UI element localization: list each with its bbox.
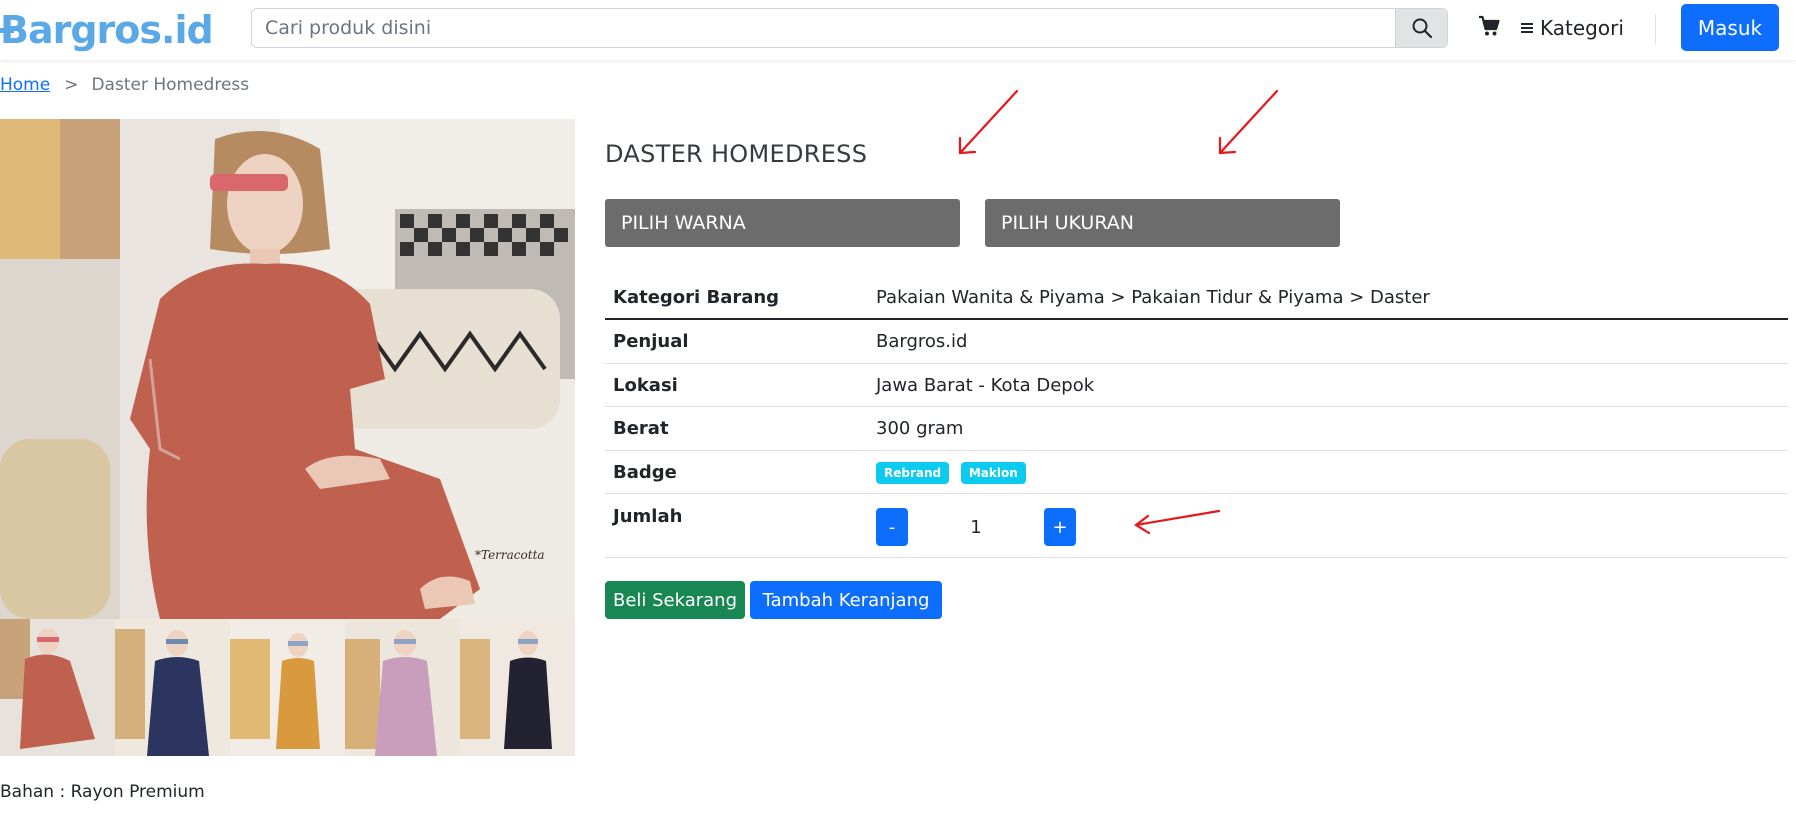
annotation-arrow-color	[958, 89, 1019, 155]
main-image-caption: *Terracotta	[475, 548, 545, 562]
cart-button[interactable]	[1478, 15, 1502, 41]
quantity-stepper: - 1 +	[876, 494, 1788, 546]
badge-maklon: Maklon	[960, 461, 1026, 484]
login-button[interactable]: Masuk	[1681, 4, 1779, 51]
thumbnail-navy[interactable]	[115, 619, 230, 756]
info-key: Lokasi	[613, 374, 678, 396]
search-button[interactable]	[1395, 9, 1447, 47]
info-row-jumlah: Jumlah - 1 +	[605, 494, 1788, 558]
info-value: Bargros.id	[876, 331, 968, 352]
thumbnail-black[interactable]	[460, 619, 575, 756]
search-bar	[251, 8, 1448, 48]
info-key: Kategori Barang	[613, 286, 780, 308]
info-key: Berat	[613, 418, 669, 439]
search-icon	[1412, 18, 1432, 38]
breadcrumb-separator: >	[64, 75, 79, 95]
quantity-minus-button[interactable]: -	[876, 508, 908, 546]
breadcrumb-home[interactable]: Home	[0, 75, 50, 95]
info-key: Badge	[613, 461, 677, 483]
annotation-arrow-size	[1218, 89, 1279, 155]
buy-now-button[interactable]: Beli Sekarang	[605, 581, 745, 619]
info-key: Penjual	[613, 331, 689, 352]
product-material: Bahan : Rayon Premium	[0, 782, 205, 802]
logo-mark	[0, 28, 14, 33]
info-key: Jumlah	[613, 506, 683, 527]
info-row-berat: Berat 300 gram	[605, 407, 1788, 451]
quantity-input[interactable]: 1	[908, 517, 1044, 538]
product-photo: *Terracotta	[0, 119, 575, 619]
thumbnail-lilac[interactable]	[345, 619, 460, 756]
product-info-table: Kategori Barang Pakaian Wanita & Piyama …	[605, 276, 1788, 558]
info-row-badge: Badge Rebrand Maklon	[605, 451, 1788, 494]
thumbnail-strip	[0, 619, 575, 756]
pick-color-button[interactable]: PILIH WARNA	[605, 199, 960, 247]
kategori-menu[interactable]: Kategori	[1521, 12, 1624, 44]
breadcrumb-current: Daster Homedress	[91, 75, 250, 95]
info-row-kategori: Kategori Barang Pakaian Wanita & Piyama …	[605, 276, 1788, 320]
info-row-lokasi: Lokasi Jawa Barat - Kota Depok	[605, 364, 1788, 407]
product-title: DASTER HOMEDRESS	[605, 140, 868, 168]
navbar: Bargros.id Kategori Masuk	[0, 0, 1796, 60]
nav-divider	[1655, 14, 1656, 44]
thumbnail-mustard[interactable]	[230, 619, 345, 756]
product-main-image[interactable]: *Terracotta	[0, 119, 575, 619]
quantity-plus-button[interactable]: +	[1044, 508, 1076, 546]
thumbnail-terracotta[interactable]	[0, 619, 115, 756]
info-value: Rebrand Maklon	[876, 461, 1788, 484]
kategori-label: Kategori	[1540, 16, 1624, 40]
menu-icon	[1521, 23, 1533, 33]
info-value: 300 gram	[876, 418, 964, 439]
info-value: Jawa Barat - Kota Depok	[876, 374, 1095, 396]
logo[interactable]: Bargros.id	[0, 5, 214, 55]
info-value: Pakaian Wanita & Piyama > Pakaian Tidur …	[876, 286, 1430, 308]
info-row-penjual: Penjual Bargros.id	[605, 320, 1788, 364]
badge-rebrand: Rebrand	[876, 461, 950, 484]
logo-text: Bargros.id	[0, 8, 214, 52]
add-to-cart-button[interactable]: Tambah Keranjang	[750, 581, 942, 619]
pick-size-button[interactable]: PILIH UKURAN	[985, 199, 1340, 247]
breadcrumb: Home > Daster Homedress	[0, 75, 249, 95]
search-input[interactable]	[252, 9, 1395, 47]
cart-icon	[1479, 15, 1500, 36]
